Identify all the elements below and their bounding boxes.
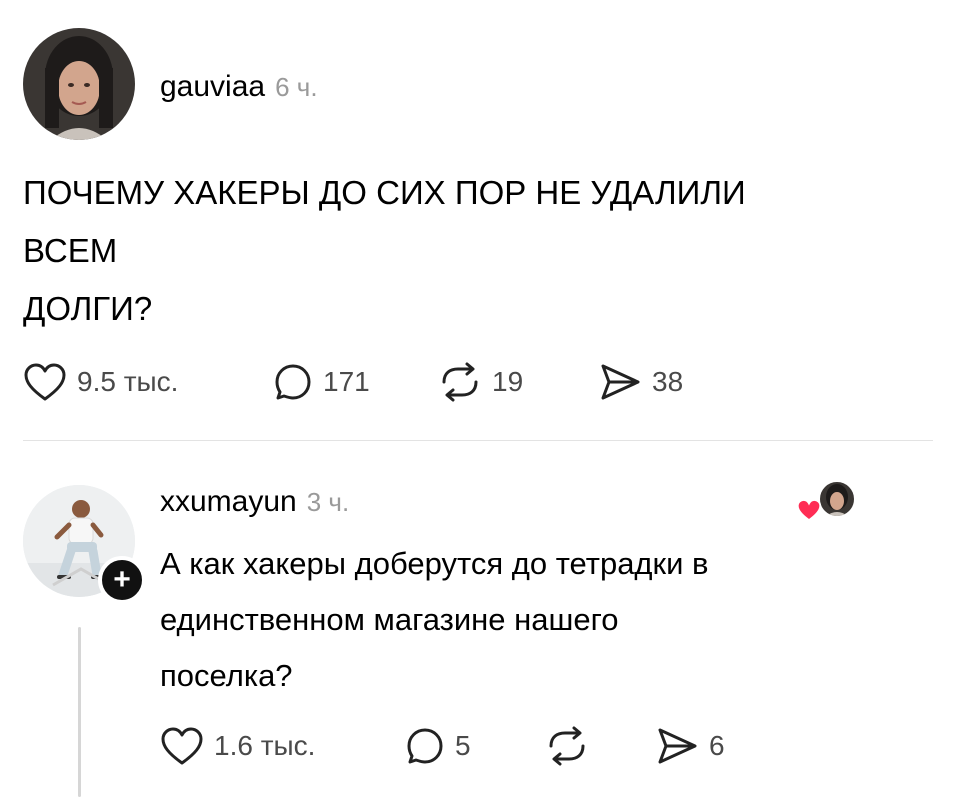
comment-bubble-icon [275, 364, 311, 400]
reply-like-count: 1.6 тыс. [214, 730, 316, 761]
share-arrow-icon [658, 728, 697, 764]
reply-comment-button[interactable]: 5 [405, 726, 545, 766]
reply-timestamp: 3 ч. [306, 487, 350, 517]
reply-comment-count: 5 [455, 730, 471, 761]
follow-button[interactable]: + [98, 556, 146, 604]
avatar-photo [23, 28, 135, 140]
share-count: 38 [652, 366, 684, 397]
reply-like-button[interactable]: 1.6 тыс. [160, 726, 405, 766]
post-avatar[interactable] [23, 28, 135, 140]
post-text: ПОЧЕМУ ХАКЕРЫ ДО СИХ ПОР НЕ УДАЛИЛИ ВСЕМ… [23, 164, 923, 338]
repost-button[interactable]: 19 [438, 362, 598, 402]
repost-icon [442, 362, 478, 402]
reply-share-count: 6 [709, 730, 725, 761]
like-count: 9.5 тыс. [77, 366, 179, 397]
heart-icon [161, 727, 203, 765]
heart-icon [24, 363, 66, 401]
post-divider [23, 440, 933, 441]
reply-username[interactable]: xxumayun [160, 485, 297, 519]
post-username[interactable]: gauviaa [160, 70, 265, 104]
comment-bubble-icon [407, 728, 443, 764]
post-text-line: ДОЛГИ? [23, 290, 153, 327]
post-actions: 9.5 тыс. 171 19 38 [23, 362, 683, 402]
reply-actions: 1.6 тыс. 5 6 [160, 726, 725, 766]
reply-share-button[interactable]: 6 [655, 726, 725, 766]
plus-icon: + [113, 563, 131, 596]
reply-text-line: поселка? [160, 658, 293, 693]
author-mini-avatar [818, 480, 856, 518]
reply-text-line: единственном магазине нашего [160, 602, 619, 637]
reply-repost-button[interactable] [545, 726, 655, 766]
share-arrow-icon [601, 364, 640, 400]
mini-avatar-photo [826, 484, 848, 516]
reply-text-line: А как хакеры доберутся до тетрадки в [160, 546, 709, 581]
share-button[interactable]: 38 [598, 362, 683, 402]
liked-by-author-indicator [796, 480, 856, 526]
comment-button[interactable]: 171 [273, 362, 438, 402]
post-timestamp: 6 ч. [275, 72, 318, 102]
post-text-line: ПОЧЕМУ ХАКЕРЫ ДО СИХ ПОР НЕ УДАЛИЛИ [23, 174, 746, 211]
like-button[interactable]: 9.5 тыс. [23, 362, 273, 402]
reply-text: А как хакеры доберутся до тетрадки в еди… [160, 536, 930, 704]
repost-icon [549, 726, 585, 766]
comment-count: 171 [323, 366, 370, 397]
heart-red-icon [796, 499, 822, 522]
repost-count: 19 [492, 366, 524, 397]
post-text-line: ВСЕМ [23, 232, 118, 269]
thread-line [78, 627, 81, 797]
